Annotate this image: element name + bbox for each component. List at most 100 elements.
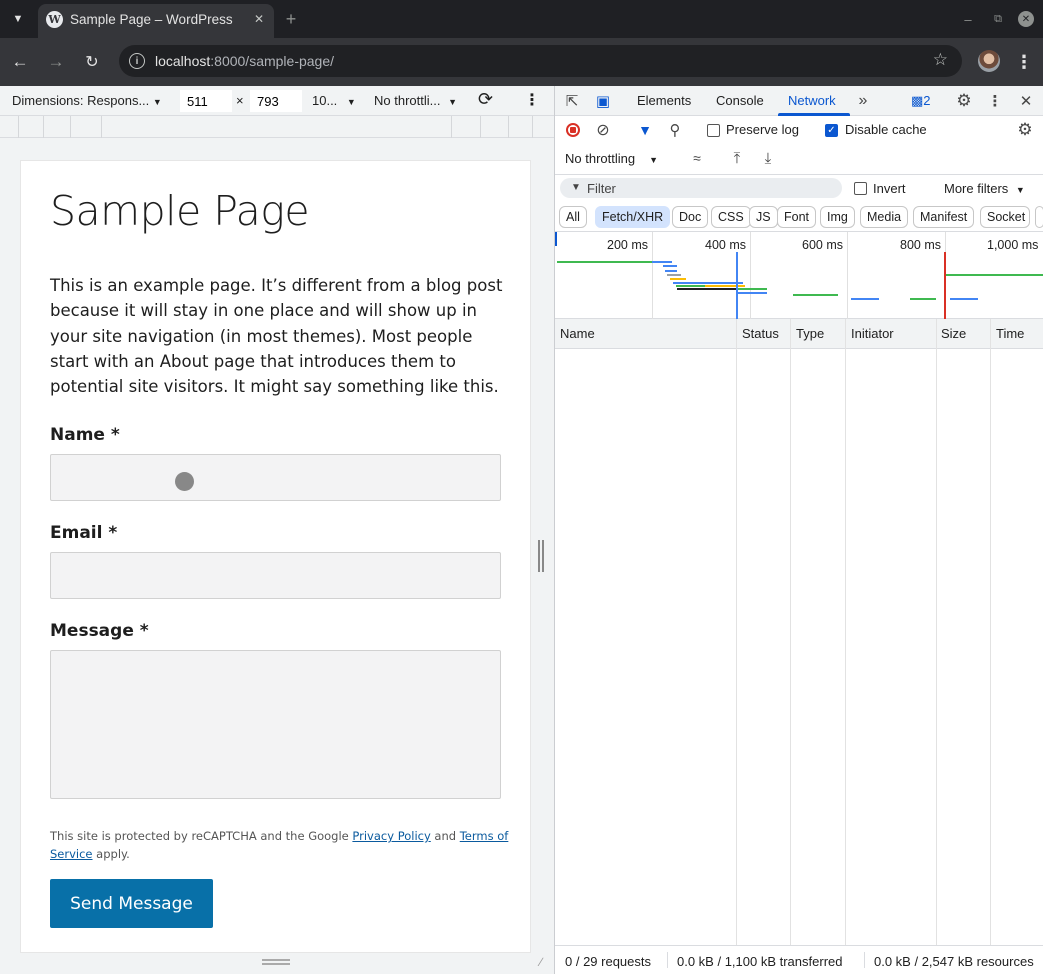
rotate-icon[interactable]: ⟳ [478,89,493,110]
minimize-icon[interactable]: – [958,9,978,29]
devtools-panel: ⇱ ▣ Elements Console Network » ▩2 ⚙ ⋮ ✕ … [554,86,1043,974]
dom-content-loaded-marker [736,252,738,319]
email-field[interactable] [50,552,501,599]
recaptcha-suffix: apply. [92,847,130,861]
record-stop-icon[interactable] [563,120,583,140]
reload-icon[interactable]: ↻ [80,50,104,74]
requests-count: 0 / 29 requests [565,954,651,969]
site-info-icon[interactable]: i [129,53,145,69]
type-filter-manifest[interactable]: Manifest [913,206,975,228]
restore-icon[interactable]: ⧉ [988,9,1008,29]
timeline-bar [652,261,672,263]
viewport-resize-handle-bottom[interactable] [262,959,290,965]
column-type[interactable]: Type [796,326,824,341]
timeline-bar [737,292,767,294]
bookmark-star-icon[interactable]: ☆ [933,50,948,70]
search-icon[interactable]: ⚲ [665,120,685,140]
recaptcha-text: This site is protected by reCAPTCHA and … [50,829,353,843]
name-label: Name * [50,425,120,445]
zoom-label: 10... [312,93,338,108]
preserve-log-label: Preserve log [726,122,799,137]
back-arrow-icon[interactable]: ← [8,50,32,74]
column-initiator[interactable]: Initiator [851,326,894,341]
viewport-resize-corner-icon[interactable]: ∕ [534,955,548,969]
issues-badge[interactable]: ▩2 [911,93,931,109]
send-message-button[interactable]: Send Message [50,879,213,928]
address-bar[interactable]: i localhost:8000/sample-page/ ☆ [119,45,962,77]
import-upload-icon[interactable]: ⤒ [727,148,747,168]
zoom-dropdown[interactable]: 10... ▼ [312,93,356,108]
forward-arrow-icon[interactable]: → [44,50,68,74]
clear-icon[interactable]: ⊘ [593,120,613,140]
page-paragraph: This is an example page. It’s different … [50,276,503,397]
tab-console[interactable]: Console [716,93,764,108]
type-filter-overflow[interactable] [1035,206,1043,228]
timeline-bar [737,288,767,290]
throttle-dropdown[interactable]: No throttli... ▼ [374,93,457,108]
column-status[interactable]: Status [742,326,779,341]
viewport-resize-handle-right[interactable] [538,540,544,572]
page-title: Sample Page [50,187,310,235]
device-options-kebab-icon[interactable]: ⋮ [524,90,540,110]
browser-menu-kebab-icon[interactable]: ⋮ [1014,50,1034,74]
window-close-icon[interactable]: ✕ [1018,11,1034,27]
type-filter-all[interactable]: All [559,206,587,228]
dropdown-arrow-icon: ▼ [346,97,356,107]
disable-cache-checkbox[interactable]: ✓ [825,124,838,137]
browser-tab[interactable]: W Sample Page – WordPress ✕ [38,4,274,38]
type-filter-doc[interactable]: Doc [672,206,709,228]
dropdown-arrow-icon: ▼ [152,97,162,107]
more-filters-dropdown[interactable]: More filters ▼ [944,181,1025,196]
column-time[interactable]: Time [996,326,1024,341]
tab-search-chevron-icon[interactable]: ▼ [4,6,32,32]
issues-icon: ▩ [911,93,924,108]
dimensions-dropdown[interactable]: Dimensions: Respons... ▼ [12,93,162,108]
web-page: Sample Page This is an example page. It’… [20,160,531,953]
throttling-dropdown[interactable]: No throttling ▼ [565,151,658,166]
url-text[interactable]: localhost:8000/sample-page/ [155,53,334,69]
more-tabs-chevron-icon[interactable]: » [853,91,873,111]
issues-count: 2 [923,93,931,108]
timeline-bar [670,278,686,280]
network-overview-timeline[interactable]: 200 ms 400 ms 600 ms 800 ms 1,000 ms [555,231,1043,319]
timeline-bar [945,274,1043,276]
new-tab-plus-icon[interactable]: + [280,8,302,30]
type-filter-css[interactable]: CSS [711,206,751,228]
close-devtools-icon[interactable]: ✕ [1016,91,1036,111]
resources-size: 0.0 kB / 2,547 kB resources [874,954,1034,969]
profile-avatar[interactable] [978,50,1000,72]
timeline-bar [667,274,681,276]
timeline-bar [665,270,677,272]
column-size[interactable]: Size [941,326,966,341]
type-filter-js[interactable]: JS [749,206,778,228]
type-filter-font[interactable]: Font [777,206,817,228]
filter-funnel-icon: ▼ [571,182,581,193]
column-name[interactable]: Name [560,326,595,341]
device-toggle-icon[interactable]: ▣ [593,91,613,111]
privacy-policy-link[interactable]: Privacy Policy [352,829,430,843]
tab-elements[interactable]: Elements [637,93,691,108]
devtools-tab-bar: ⇱ ▣ Elements Console Network » ▩2 ⚙ ⋮ ✕ [555,86,1043,116]
export-download-icon[interactable]: ⤓ [758,148,778,168]
type-filter-img[interactable]: Img [820,206,855,228]
network-settings-gear-icon[interactable]: ⚙ [1015,120,1035,140]
type-filter-fetch-xhr[interactable]: Fetch/XHR [595,206,671,228]
dropdown-arrow-icon: ▼ [1015,185,1025,195]
tab-network[interactable]: Network [788,93,836,108]
message-textarea[interactable] [50,650,501,799]
timeline-bar [557,261,652,263]
device-toolbar: Dimensions: Respons... ▼ × 10... ▼ No th… [0,86,554,116]
filter-funnel-icon[interactable]: ▼ [635,120,655,140]
settings-gear-icon[interactable]: ⚙ [954,91,974,111]
type-filter-media[interactable]: Media [860,206,909,228]
name-field[interactable] [50,454,501,501]
devtools-kebab-icon[interactable]: ⋮ [985,91,1005,111]
viewport-height-input[interactable] [250,90,302,112]
network-conditions-wifi-icon[interactable]: ≈ [687,148,707,168]
inspect-element-icon[interactable]: ⇱ [562,91,582,111]
viewport-width-input[interactable] [180,90,232,112]
invert-checkbox[interactable] [854,182,867,195]
type-filter-socket[interactable]: Socket [980,206,1030,228]
preserve-log-checkbox[interactable] [707,124,720,137]
close-tab-icon[interactable]: ✕ [250,10,268,28]
